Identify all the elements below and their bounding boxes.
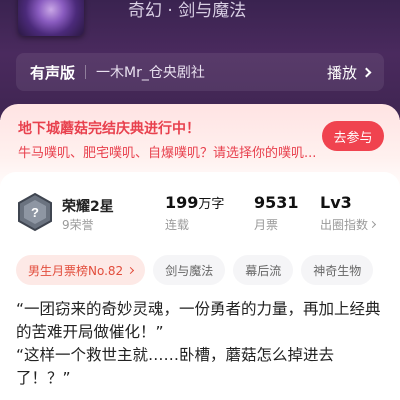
book-quote: “一团窃来的奇妙灵魂，一份勇者的力量，再加上经典的苦难开局做催化！” “这样一个… — [16, 298, 386, 390]
monthly-ticket-stat[interactable]: 9531 月票 — [254, 193, 299, 233]
popularity-index-label: 出圈指数 — [320, 218, 369, 232]
audio-producer: 一木Mr_仓央剧社 — [96, 65, 205, 81]
book-cover[interactable] — [18, 0, 84, 36]
tag-row: 男生月票榜No.82 剑与魔法 幕后流 神奇生物 — [16, 255, 374, 285]
tag-item[interactable]: 神奇生物 — [301, 255, 374, 285]
hero-banner: 奇幻 · 剑与魔法 有声版 一木Mr_仓央剧社 播放 — [0, 0, 400, 120]
chevron-right-icon — [127, 266, 135, 274]
audio-tag: 有声版 — [30, 63, 76, 82]
svg-text:?: ? — [31, 205, 39, 220]
event-title: 地下城蘑菇完结庆典进行中！ — [18, 121, 200, 137]
event-subtitle: 牛马噗叽、肥宅噗叽、自爆噗叽？请选择你的噗叽... — [18, 146, 317, 161]
popularity-level-value: Lv3 — [320, 193, 352, 212]
quote-line: “这样一个救世主就……卧槽，蘑菇怎么掉进去了！？” — [16, 346, 335, 387]
honor-badge-icon[interactable]: ? — [16, 192, 54, 232]
play-label: 播放 — [326, 63, 357, 82]
monthly-ticket-value: 9531 — [254, 193, 299, 212]
play-button[interactable]: 播放 — [326, 62, 372, 83]
word-count-stat: 199万字 连载 — [165, 193, 224, 233]
honor-title: 荣耀2星 — [62, 199, 114, 215]
tag-item[interactable]: 剑与魔法 — [153, 255, 226, 285]
word-count-value: 199 — [165, 193, 199, 212]
audio-version-bar[interactable]: 有声版 一木Mr_仓央剧社 播放 — [16, 53, 384, 91]
divider — [85, 65, 87, 79]
rank-tag-label: 男生月票榜No.82 — [28, 263, 124, 278]
monthly-ticket-label: 月票 — [254, 218, 279, 232]
tag-item[interactable]: 幕后流 — [233, 255, 294, 285]
popularity-index-stat[interactable]: Lv3 出圈指数 — [320, 193, 377, 233]
rank-tag[interactable]: 男生月票榜No.82 — [16, 255, 146, 285]
chevron-right-icon — [361, 67, 372, 77]
quote-line: “一团窃来的奇妙灵魂，一份勇者的力量，再加上经典的苦难开局做催化！” — [16, 300, 381, 341]
word-count-label: 连载 — [165, 218, 190, 232]
genre-line: 奇幻 · 剑与魔法 — [128, 1, 247, 21]
honor-count: 9荣誉 — [62, 218, 94, 232]
chevron-right-icon — [368, 220, 377, 229]
join-event-button[interactable]: 去参与 — [322, 121, 384, 151]
word-count-unit: 万字 — [198, 197, 225, 212]
